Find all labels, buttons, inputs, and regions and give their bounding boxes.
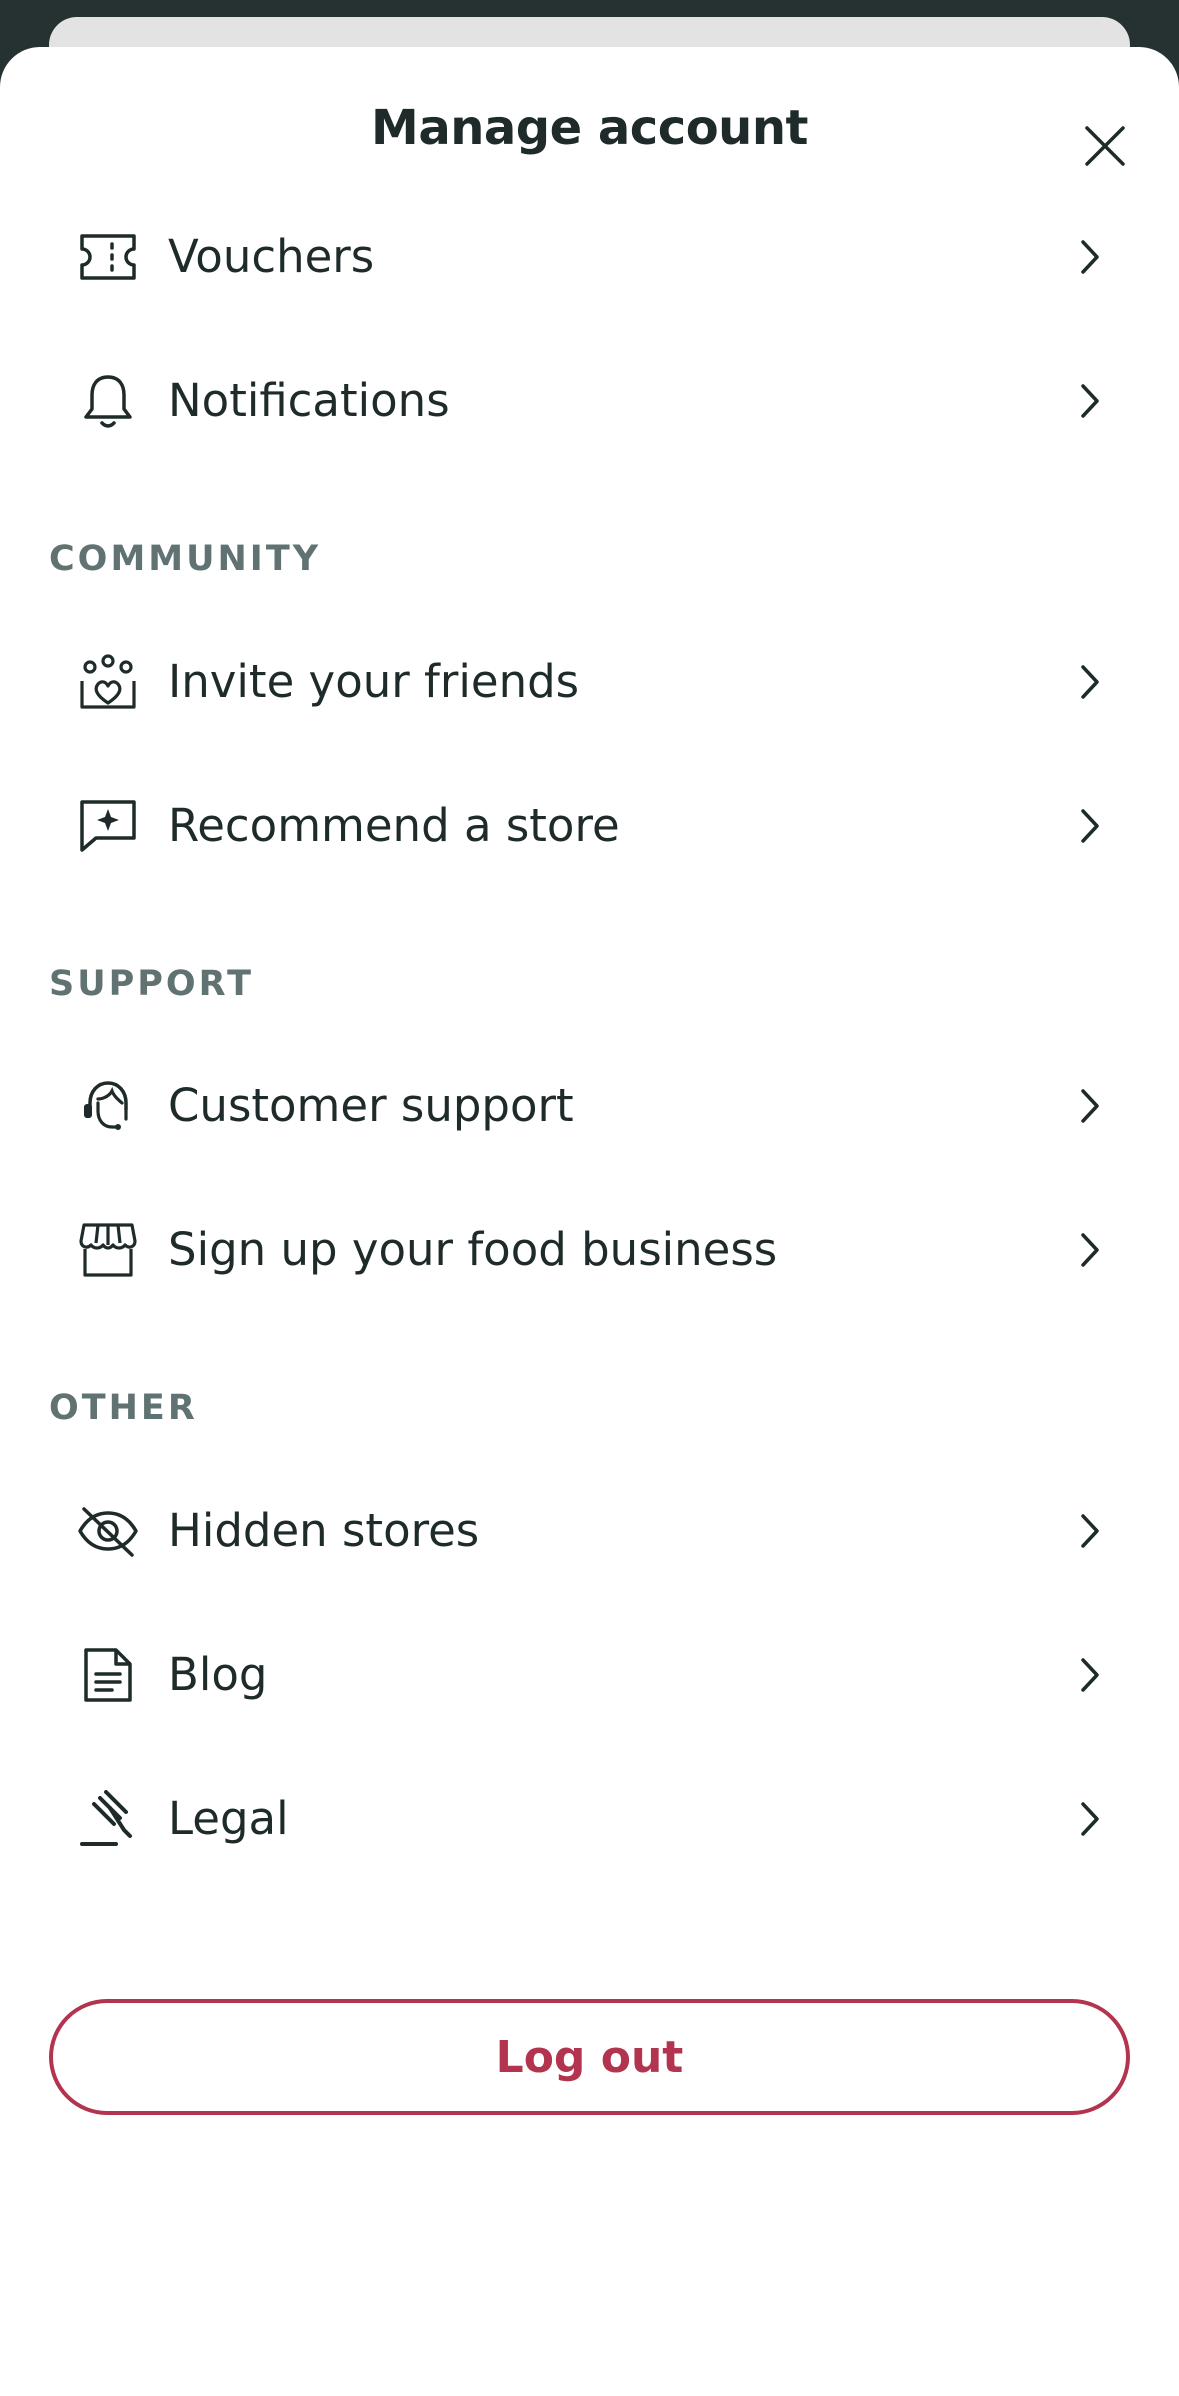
message-sparkle-icon	[72, 798, 144, 854]
chevron-right-icon	[1070, 375, 1110, 427]
section-title-support: SUPPORT	[49, 964, 254, 1004]
friends-heart-icon	[72, 654, 144, 710]
menu-item-invite-friends[interactable]: Invite your friends	[0, 612, 1179, 752]
headset-icon	[72, 1078, 144, 1134]
menu-item-customer-support[interactable]: Customer support	[0, 1036, 1179, 1176]
menu-item-hidden-stores[interactable]: Hidden stores	[0, 1461, 1179, 1601]
page-title: Manage account	[371, 100, 808, 156]
chevron-right-icon	[1070, 1649, 1110, 1701]
manage-account-sheet: Manage account Vouchers Notifications CO…	[0, 47, 1179, 2396]
eye-off-icon	[72, 1503, 144, 1559]
menu-item-notifications[interactable]: Notifications	[0, 331, 1179, 471]
gavel-icon	[72, 1790, 144, 1847]
menu-item-legal[interactable]: Legal	[0, 1749, 1179, 1889]
section-title-community: COMMUNITY	[49, 539, 322, 579]
chevron-right-icon	[1070, 656, 1110, 708]
logout-button[interactable]: Log out	[49, 1999, 1130, 2115]
menu-item-label: Sign up your food business	[168, 1223, 778, 1276]
chevron-right-icon	[1070, 1793, 1110, 1845]
menu-item-label: Notifications	[168, 374, 450, 427]
store-icon	[72, 1222, 144, 1278]
close-icon	[1083, 124, 1127, 168]
chevron-right-icon	[1070, 800, 1110, 852]
close-button[interactable]	[1070, 111, 1140, 181]
chevron-right-icon	[1070, 231, 1110, 283]
menu-item-label: Invite your friends	[168, 655, 580, 708]
menu-item-label: Legal	[168, 1792, 289, 1845]
menu-item-vouchers[interactable]: Vouchers	[0, 187, 1179, 327]
menu-item-label: Recommend a store	[168, 799, 620, 852]
document-icon	[72, 1647, 144, 1703]
chevron-right-icon	[1070, 1505, 1110, 1557]
menu-item-label: Vouchers	[168, 230, 375, 283]
menu-item-recommend-store[interactable]: Recommend a store	[0, 756, 1179, 896]
chevron-right-icon	[1070, 1080, 1110, 1132]
menu-item-label: Hidden stores	[168, 1504, 480, 1557]
chevron-right-icon	[1070, 1224, 1110, 1276]
menu-item-blog[interactable]: Blog	[0, 1605, 1179, 1745]
logout-label: Log out	[495, 2031, 684, 2083]
menu-item-label: Blog	[168, 1648, 268, 1701]
menu-item-label: Customer support	[168, 1079, 574, 1132]
voucher-icon	[72, 229, 144, 285]
bell-icon	[72, 373, 144, 429]
menu-item-signup-food-business[interactable]: Sign up your food business	[0, 1180, 1179, 1320]
section-title-other: OTHER	[49, 1388, 198, 1428]
